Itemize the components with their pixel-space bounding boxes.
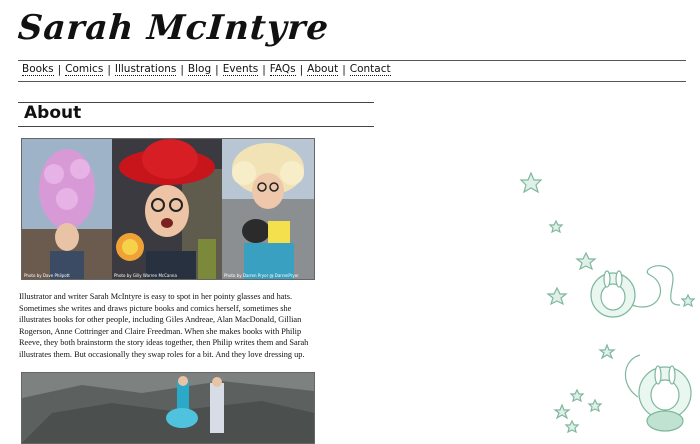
nav-faqs[interactable]: FAQs [269,63,296,76]
nav-events[interactable]: Events [222,63,259,76]
page-title: About [24,103,82,123]
nav-separator: | [342,63,346,76]
photo-red-hat: Photo by Gilly Warren McCanna [112,139,222,279]
nav-blog[interactable]: Blog [187,63,212,76]
photo-credit: Photo by Dave Philpott [24,273,70,278]
nav-separator: | [180,63,184,76]
photo-pink-wig: Photo by Dave Philpott [22,139,112,279]
nav-separator: | [262,63,266,76]
nav-separator: | [299,63,304,76]
nav-separator: | [215,63,219,76]
photo-credit: Photo by Gilly Warren McCanna [114,273,177,278]
nav-bottom-rule [18,81,686,82]
nav-separator: | [57,63,62,76]
site-logo-text: Sarah McIntyre [16,8,331,48]
title-bottom-rule [18,126,374,127]
nav-comics[interactable]: Comics [65,63,104,76]
photo-blonde-wig: Photo by Darren Pryor @ DarrenPryor [222,139,314,279]
photo-rocks [21,372,315,444]
space-rabbits-decoration [510,165,700,438]
nav-illustrations[interactable]: Illustrations [114,63,177,76]
photo-strip: Photo by Dave Philpott Photo by Gilly Wa… [21,138,315,280]
main-nav: Books | Comics | Illustrations | Blog | Even… [22,63,391,76]
nav-about[interactable]: About [307,63,339,76]
nav-books[interactable]: Books [22,63,54,76]
site-logo[interactable]: Sarah McIntyre [17,8,331,48]
nav-contact[interactable]: Contact [349,63,391,76]
nav-top-rule [18,60,686,61]
photo-credit: Photo by Darren Pryor @ DarrenPryor [224,273,299,278]
nav-separator: | [107,63,111,76]
bio-paragraph: Illustrator and writer Sarah McIntyre is… [19,292,309,359]
